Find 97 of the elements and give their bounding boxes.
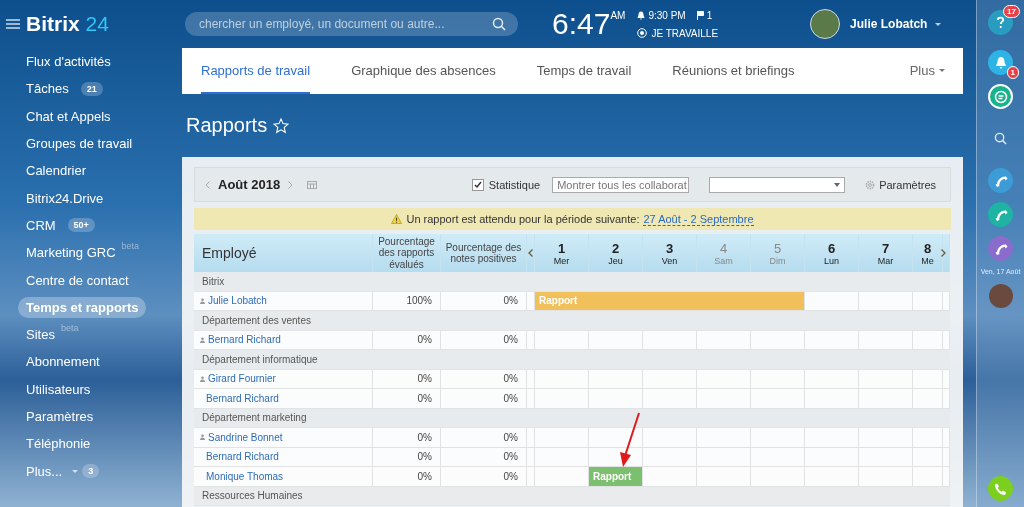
phone-line-button[interactable]: [988, 236, 1013, 261]
sidebar-item[interactable]: Utilisateurs: [18, 378, 99, 400]
sidebar-item[interactable]: CRM: [18, 214, 64, 236]
bell-icon: [994, 56, 1007, 69]
phone-icon: [993, 241, 1008, 256]
table-cell: 0%: [441, 291, 527, 310]
department-row-text: Département informatique: [201, 352, 319, 367]
tab[interactable]: Graphique des absences: [351, 48, 496, 94]
caret-icon: [939, 68, 945, 72]
table-cell: 0%: [441, 330, 527, 349]
user-avatar[interactable]: [810, 9, 841, 39]
search-field[interactable]: chercher un employé, un document ou autre...: [185, 12, 518, 36]
star-icon[interactable]: [273, 117, 290, 134]
sidebar-item[interactable]: Sites: [18, 324, 63, 346]
table-cell: 100%: [373, 291, 441, 310]
table-cell: 0%: [441, 467, 527, 486]
bell-icon: [637, 10, 646, 20]
month-label: Août 2018: [218, 177, 281, 192]
sidebar-item[interactable]: Bitrix24.Drive: [18, 187, 112, 209]
department-row-text: Ressources Humaines: [201, 489, 304, 504]
employee-link[interactable]: Girard Fournier: [208, 373, 276, 385]
sidebar-item[interactable]: Téléphonie: [18, 433, 99, 455]
table-cell: 0%: [441, 428, 527, 447]
phone-line-button[interactable]: [988, 168, 1013, 193]
notice-text: Un rapport est attendu pour la période suivante:: [406, 213, 640, 225]
menu-icon[interactable]: [6, 19, 20, 29]
department-row-text: Bitrix: [201, 274, 226, 289]
clock-period: AM: [610, 10, 626, 21]
beta-label: beta: [121, 241, 140, 252]
employee-link[interactable]: Julie Lobatch: [208, 295, 267, 307]
clock-time: 6:47: [552, 9, 611, 39]
record-icon: [637, 28, 648, 38]
table-cell: 0%: [373, 389, 441, 408]
sidebar-item[interactable]: Tâches: [18, 78, 77, 100]
table-cell: 0%: [373, 369, 441, 388]
tab[interactable]: Temps de travail: [536, 48, 632, 94]
question-icon: [996, 16, 1005, 29]
beta-label: beta: [60, 322, 79, 333]
call-button[interactable]: [988, 476, 1013, 501]
workday-status[interactable]: JE TRAVAILLE: [637, 27, 719, 39]
page-title: Rapports: [186, 114, 268, 137]
count-badge: 17: [1003, 5, 1020, 18]
sidebar-item[interactable]: Flux d'activités: [18, 51, 119, 73]
count-badge: 3: [82, 464, 100, 479]
phone-icon: [993, 207, 1008, 222]
employee-link[interactable]: Bernard Richard: [208, 334, 281, 346]
chat-button[interactable]: [988, 84, 1013, 109]
department-row-text: Département marketing: [201, 411, 308, 426]
chat-icon: [993, 89, 1008, 104]
table-cell: 0%: [441, 389, 527, 408]
phone-icon: [993, 173, 1008, 188]
search-icon[interactable]: [492, 17, 506, 31]
user-name[interactable]: Julie Lobatch: [850, 17, 928, 31]
next-icon[interactable]: [940, 249, 946, 257]
settings-link[interactable]: Paramètres: [879, 178, 936, 191]
table-cell: 0%: [373, 428, 441, 447]
sidebar-item[interactable]: Abonnement: [18, 351, 108, 373]
reminder-time: 9:30 PM: [648, 9, 686, 21]
count-badge: 50+: [67, 218, 95, 233]
checkbox[interactable]: [471, 178, 484, 191]
sidebar-item[interactable]: Calendrier: [18, 160, 94, 182]
phone-icon: [993, 481, 1008, 496]
logo[interactable]: Bitrix 24: [26, 12, 109, 36]
caret-icon[interactable]: [935, 22, 942, 26]
phone-line-button[interactable]: [988, 202, 1013, 227]
department-row-text: Département des ventes: [201, 313, 312, 328]
table-cell: 0%: [441, 447, 527, 466]
flag-icon: [696, 10, 704, 20]
employee-link[interactable]: Bernard Richard: [206, 392, 279, 404]
table-cell: 0%: [373, 330, 441, 349]
table-cell: 0%: [373, 467, 441, 486]
count-badge: 21: [80, 81, 103, 96]
employee-link[interactable]: Bernard Richard: [206, 451, 279, 463]
sidebar-item[interactable]: Paramètres: [18, 406, 102, 427]
search-icon[interactable]: [994, 132, 1007, 145]
annotation-arrow: [618, 412, 642, 468]
notifications-button[interactable]: [988, 50, 1013, 75]
employee-filter-select[interactable]: Montrer tous les collaborat: [552, 176, 690, 193]
task-count: 1: [706, 9, 713, 21]
period-link[interactable]: 27 Août - 2 Septembre: [643, 212, 754, 226]
sidebar-item[interactable]: Groupes de travail: [18, 133, 141, 155]
tab[interactable]: Réunions et briefings: [672, 48, 795, 94]
contact-avatar[interactable]: [988, 284, 1013, 308]
checkbox-label: Statistique: [488, 178, 541, 191]
employee-link[interactable]: Sandrine Bonnet: [208, 431, 283, 443]
table-cell: 0%: [373, 447, 441, 466]
more-tab[interactable]: Plus: [909, 48, 945, 94]
previous-icon[interactable]: [528, 249, 533, 257]
sidebar-item[interactable]: Centre de contact: [18, 269, 137, 291]
warning-icon: [391, 214, 403, 224]
employee-link[interactable]: Monique Thomas: [206, 470, 284, 482]
table-cell: 0%: [441, 369, 527, 388]
caret-icon: [834, 182, 841, 187]
dropdown-select[interactable]: [709, 176, 846, 193]
sidebar-item[interactable]: Plus...: [18, 460, 71, 482]
tab[interactable]: Rapports de travail: [201, 48, 311, 94]
sidebar-item[interactable]: Chat et Appels: [18, 105, 119, 127]
